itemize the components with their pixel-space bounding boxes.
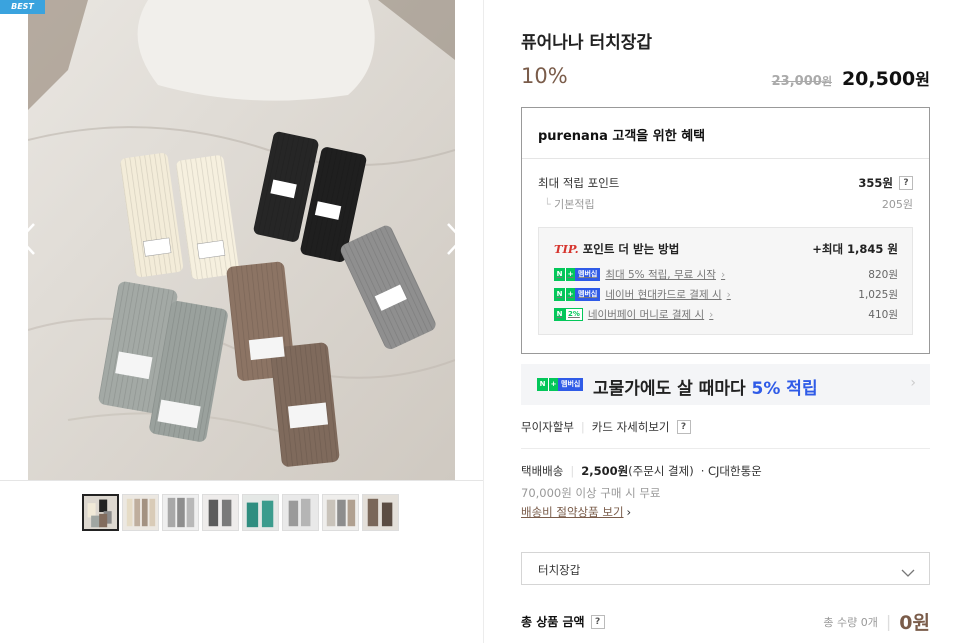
benefit-box: purenana 고객을 위한 혜택 최대 적립 포인트 355원 ? 기본적립…: [521, 107, 930, 354]
max-points-label: 최대 적립 포인트: [538, 176, 620, 190]
product-gallery: BEST: [0, 0, 483, 643]
naver-plus-membership-icon: N + 멤버십: [537, 378, 584, 391]
thumbnail-5[interactable]: [242, 494, 279, 531]
shipping-carrier: · CJ대한통운: [700, 464, 762, 478]
next-image-arrow[interactable]: [442, 222, 468, 256]
gallery-divider: [0, 480, 483, 481]
naver-plus-membership-icon: N + 멤버십: [554, 268, 601, 281]
tip-row-money: N 2% 네이버페이 머니로 결제 시 › 410원: [554, 307, 898, 322]
chevron-down-icon: [901, 563, 915, 582]
thumbnail-7[interactable]: [322, 494, 359, 531]
prev-image-arrow[interactable]: [14, 222, 40, 256]
max-points-row: 최대 적립 포인트 355원 ?: [538, 175, 913, 191]
best-badge: BEST: [0, 0, 45, 14]
help-icon[interactable]: ?: [676, 420, 691, 434]
shipping-method: 택배배송: [521, 464, 564, 478]
tip-max-points: +최대 1,845 원: [812, 242, 898, 256]
tip-link-membership[interactable]: N + 멤버십 최대 5% 적립, 무료 시작 ›: [554, 267, 725, 282]
thumbnail-1[interactable]: [82, 494, 119, 531]
original-price: 23,000원: [771, 74, 832, 89]
tip-value-card: 1,025원: [858, 289, 898, 301]
tip-box: TIP. 포인트 더 받는 방법 +최대 1,845 원 N + 멤버십 최대 5% …: [538, 227, 913, 335]
thumbnail-6[interactable]: [282, 494, 319, 531]
thumbnail-3[interactable]: [162, 494, 199, 531]
thumbnail-strip: [82, 494, 399, 531]
shipping-saving-link[interactable]: 배송비 절약상품 보기 ›: [521, 504, 631, 520]
discount-rate: 10%: [521, 64, 568, 88]
help-icon[interactable]: ?: [899, 176, 913, 190]
sale-price: 20,500원: [841, 68, 930, 90]
thumbnail-2[interactable]: [122, 494, 159, 531]
section-divider: [521, 448, 930, 449]
base-points-row: 기본적립 205원: [538, 196, 913, 212]
price-row: 23,000원 20,500원: [772, 66, 930, 90]
tip-heading: TIP. 포인트 더 받는 방법: [554, 242, 680, 256]
total-price-label: 총 상품 금액 ?: [521, 613, 605, 630]
tip-value-membership: 820원: [868, 269, 898, 281]
tip-value-money: 410원: [868, 309, 898, 321]
naver-pay-2pct-icon: N 2%: [554, 308, 583, 321]
base-points-label: 기본적립: [538, 196, 594, 212]
free-shipping-condition: 70,000원 이상 구매 시 무료: [521, 486, 661, 500]
help-icon[interactable]: ?: [590, 614, 605, 629]
benefit-title: purenana 고객을 위한 혜택: [538, 129, 706, 144]
thumbnail-8[interactable]: [362, 494, 399, 531]
shipping-row: 택배배송 | 2,500원(주문시 결제) · CJ대한통운: [521, 464, 762, 478]
naver-plus-membership-icon: N + 멤버십: [554, 288, 601, 301]
total-summary: 총 수량 0개 | 0원: [823, 608, 930, 635]
total-amount: 0원: [899, 612, 930, 634]
chevron-right-icon: ›: [910, 375, 916, 391]
card-detail-link[interactable]: 카드 자세히보기: [592, 419, 670, 435]
tip-row-membership: N + 멤버십 최대 5% 적립, 무료 시작 › 820원: [554, 267, 898, 282]
tip-link-money[interactable]: N 2% 네이버페이 머니로 결제 시 ›: [554, 307, 713, 322]
main-product-photo[interactable]: [28, 0, 455, 481]
product-title: 퓨어나나 터치장갑: [521, 33, 653, 53]
installment-row: 무이자할부 | 카드 자세히보기 ?: [521, 419, 691, 435]
option-select-value: 터치장갑: [538, 563, 581, 577]
tip-link-card[interactable]: N + 멤버십 네이버 현대카드로 결제 시 ›: [554, 287, 731, 302]
membership-promo-banner[interactable]: N + 멤버십 고물가에도 살 때마다 5% 적립 ›: [521, 364, 930, 405]
thumbnail-4[interactable]: [202, 494, 239, 531]
column-divider: [483, 0, 484, 643]
benefit-divider: [522, 158, 929, 159]
promo-text: 고물가에도 살 때마다 5% 적립: [593, 379, 818, 399]
tip-row-card: N + 멤버십 네이버 현대카드로 결제 시 › 1,025원: [554, 287, 898, 302]
total-quantity: 총 수량 0개: [823, 615, 878, 629]
installment-label: 무이자할부: [521, 420, 574, 434]
max-points-value: 355원: [858, 176, 893, 190]
base-points-value: 205원: [881, 198, 913, 211]
shipping-fee: 2,500원(주문시 결제): [581, 464, 694, 478]
option-select[interactable]: 터치장갑: [521, 552, 930, 585]
